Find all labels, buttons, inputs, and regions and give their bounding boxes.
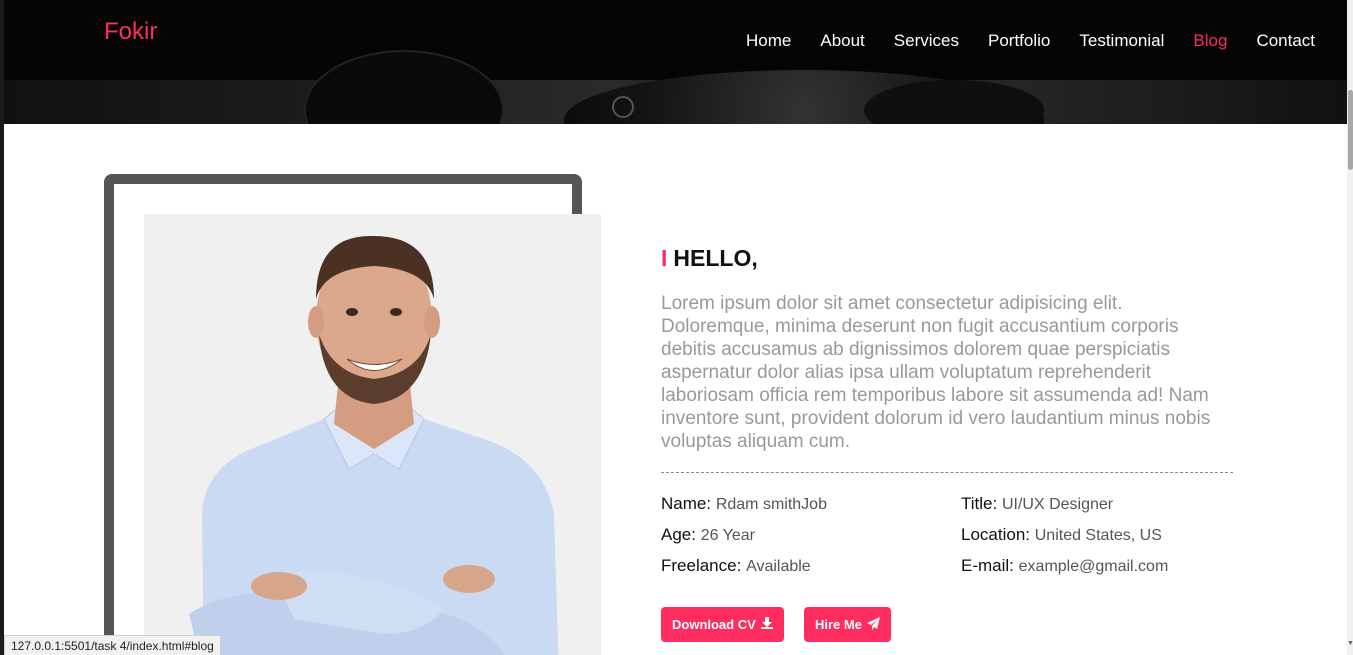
info-freelance: Freelance: Available	[661, 556, 811, 576]
download-cv-label: Download CV	[672, 617, 756, 632]
about-heading: I HELLO,	[661, 245, 758, 272]
info-freelance-label: Freelance:	[661, 556, 742, 575]
site-header: Fokir Home About Services Portfolio Test…	[4, 0, 1347, 124]
nav-contact[interactable]: Contact	[1256, 31, 1315, 51]
download-cv-button[interactable]: Download CV	[661, 607, 784, 642]
scrollbar-thumb[interactable]	[1348, 90, 1353, 170]
site-logo[interactable]: Fokir	[104, 18, 157, 46]
download-icon	[760, 617, 773, 632]
info-title-value: UI/UX Designer	[1001, 496, 1114, 513]
scroll-down-arrow-icon[interactable]: ▼	[1347, 640, 1353, 647]
nav-blog[interactable]: Blog	[1193, 31, 1227, 51]
info-email: E-mail: example@gmail.com	[961, 556, 1168, 576]
nav-services[interactable]: Services	[894, 31, 959, 51]
info-name-label: Name:	[661, 494, 712, 513]
hire-me-button[interactable]: Hire Me	[804, 607, 891, 642]
info-email-label: E-mail:	[961, 556, 1014, 575]
nav-about[interactable]: About	[820, 31, 864, 51]
info-freelance-value: Available	[746, 558, 811, 575]
main-nav: Home About Services Portfolio Testimonia…	[746, 31, 1315, 51]
info-title: Title: UI/UX Designer	[961, 494, 1113, 514]
nav-home[interactable]: Home	[746, 31, 791, 51]
link-status-bar: 127.0.0.1:5501/task 4/index.html#blog	[4, 635, 221, 655]
nav-testimonial[interactable]: Testimonial	[1079, 31, 1164, 51]
info-age-label: Age:	[661, 525, 696, 544]
info-name: Name: Rdam smithJob	[661, 494, 827, 514]
info-location-value: United States, US	[1034, 527, 1162, 544]
info-title-label: Title:	[961, 494, 998, 513]
page-scrollbar[interactable]: ▼	[1347, 0, 1353, 655]
heading-accent-marker: I	[661, 245, 668, 271]
info-name-value: Rdam smithJob	[715, 496, 827, 513]
hire-me-label: Hire Me	[815, 617, 862, 632]
header-background-image	[4, 50, 1347, 124]
info-location-label: Location:	[961, 525, 1030, 544]
paper-plane-icon	[866, 616, 880, 633]
info-age-value: 26 Year	[700, 527, 755, 544]
info-age: Age: 26 Year	[661, 525, 755, 545]
nav-portfolio[interactable]: Portfolio	[988, 31, 1050, 51]
dashed-divider	[661, 472, 1233, 473]
profile-photo	[144, 214, 601, 655]
info-email-value: example@gmail.com	[1018, 558, 1169, 575]
about-paragraph: Lorem ipsum dolor sit amet consectetur a…	[661, 293, 1211, 452]
info-location: Location: United States, US	[961, 525, 1162, 545]
heading-text: HELLO,	[673, 245, 758, 271]
